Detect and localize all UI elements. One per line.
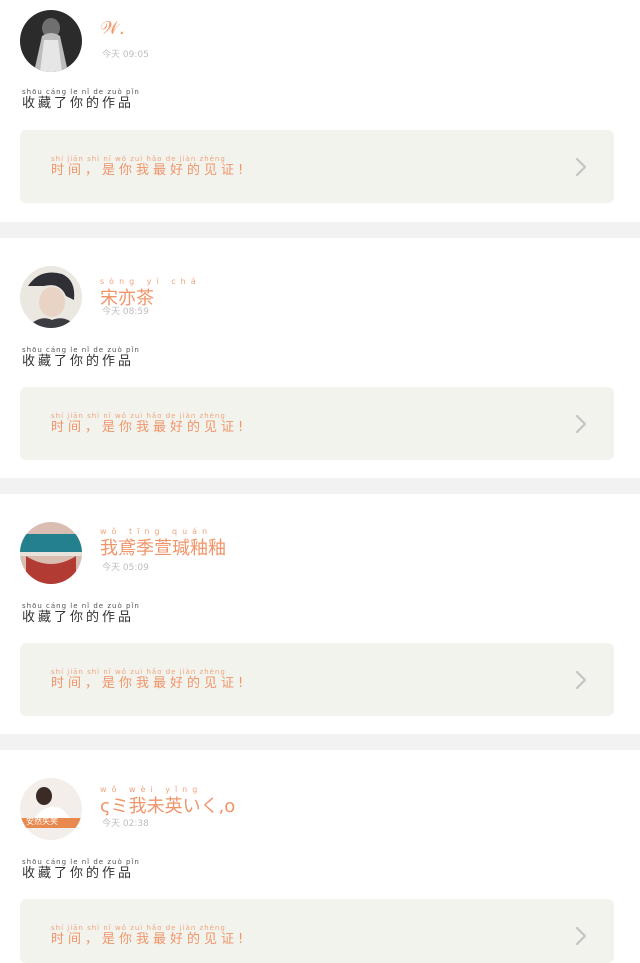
quote-hanzi: 时间，是你我最好的见证!: [51, 932, 248, 947]
quote-pinyin: shí jiān shì nǐ wǒ zuì hǎo de jiàn zhèng: [51, 668, 226, 676]
username-ruby: sòng yì chá: [100, 277, 201, 286]
time-value: 08:59: [122, 307, 149, 317]
time-value: 09:05: [122, 50, 149, 60]
work-link[interactable]: shí jiān shì nǐ wǒ zuì hǎo de jiàn zhèng…: [20, 387, 614, 460]
username-text: 𝒲.: [100, 18, 125, 39]
work-link[interactable]: shí jiān shì nǐ wǒ zuì hǎo de jiàn zhèng…: [20, 899, 614, 963]
action-text: shōu cáng le nǐ de zuò pǐn 收藏了你的作品: [22, 858, 140, 881]
time-label: 今天: [102, 819, 121, 829]
divider: [0, 734, 640, 750]
timestamp: 今天 05:09: [102, 560, 149, 573]
quote-pinyin: shí jiān shì nǐ wǒ zuì hǎo de jiàn zhèng: [51, 412, 226, 420]
avatar[interactable]: [20, 10, 82, 72]
action-hanzi: 收藏了你的作品: [22, 96, 135, 111]
username[interactable]: 𝒲.: [100, 18, 125, 39]
quote-hanzi: 时间，是你我最好的见证!: [51, 420, 248, 435]
timestamp: 今天 08:59: [102, 304, 149, 317]
action-hanzi: 收藏了你的作品: [22, 354, 135, 369]
time-label: 今天: [102, 563, 121, 573]
username[interactable]: wǒ tīng quán 我鳶季萱瑊釉釉: [100, 527, 226, 560]
feed-item: wǒ tīng quán 我鳶季萱瑊釉釉 今天 05:09 shōu cáng …: [0, 494, 640, 716]
time-label: 今天: [102, 307, 121, 317]
work-link[interactable]: shí jiān shì nǐ wǒ zuì hǎo de jiàn zhèng…: [20, 130, 614, 203]
username-ruby: wǒ tīng quán: [100, 527, 213, 536]
divider: [0, 222, 640, 238]
username-ruby: wǒ wèi yīng: [100, 785, 203, 794]
quote-pinyin: shí jiān shì nǐ wǒ zuì hǎo de jiàn zhèng: [51, 924, 226, 932]
work-link[interactable]: shí jiān shì nǐ wǒ zuì hǎo de jiàn zhèng…: [20, 643, 614, 716]
time-value: 02:38: [122, 819, 149, 829]
quote-pinyin: shí jiān shì nǐ wǒ zuì hǎo de jiàn zhèng: [51, 155, 226, 163]
username-text: 我鳶季萱瑊釉釉: [100, 538, 226, 559]
timestamp: 今天 09:05: [102, 47, 149, 60]
activity-feed: 𝒲. 今天 09:05 shōu cáng le nǐ de zuò pǐn 收…: [0, 0, 640, 963]
action-text: shōu cáng le nǐ de zuò pǐn 收藏了你的作品: [22, 88, 140, 111]
time-label: 今天: [102, 50, 121, 60]
action-hanzi: 收藏了你的作品: [22, 866, 135, 881]
chevron-right-icon: [575, 670, 587, 690]
chevron-right-icon: [575, 157, 587, 177]
action-text: shōu cáng le nǐ de zuò pǐn 收藏了你的作品: [22, 602, 140, 625]
work-title: shí jiān shì nǐ wǒ zuì hǎo de jiàn zhèng…: [51, 155, 247, 178]
action-pinyin: shōu cáng le nǐ de zuò pǐn: [22, 858, 140, 866]
feed-item: 𝒲. 今天 09:05 shōu cáng le nǐ de zuò pǐn 收…: [0, 0, 640, 222]
avatar[interactable]: [20, 522, 82, 584]
action-pinyin: shōu cáng le nǐ de zuò pǐn: [22, 602, 140, 610]
chevron-right-icon: [575, 414, 587, 434]
work-title: shí jiān shì nǐ wǒ zuì hǎo de jiàn zhèng…: [51, 924, 247, 947]
feed-item: 安然失笑 wǒ wèi yīng ςミ我未英いく,o 今天 02:38 shōu…: [0, 750, 640, 963]
action-pinyin: shōu cáng le nǐ de zuò pǐn: [22, 346, 140, 354]
action-text: shōu cáng le nǐ de zuò pǐn 收藏了你的作品: [22, 346, 140, 369]
avatar[interactable]: [20, 266, 82, 328]
time-value: 05:09: [122, 563, 149, 573]
username[interactable]: wǒ wèi yīng ςミ我未英いく,o: [100, 785, 236, 818]
quote-hanzi: 时间，是你我最好的见证!: [51, 163, 248, 178]
username-text: ςミ我未英いく,o: [100, 796, 236, 817]
action-hanzi: 收藏了你的作品: [22, 610, 135, 625]
avatar[interactable]: [20, 778, 82, 840]
work-title: shí jiān shì nǐ wǒ zuì hǎo de jiàn zhèng…: [51, 412, 247, 435]
timestamp: 今天 02:38: [102, 816, 149, 829]
avatar-caption: 安然失笑: [26, 817, 58, 826]
quote-hanzi: 时间，是你我最好的见证!: [51, 676, 248, 691]
feed-item: sòng yì chá 宋亦茶 今天 08:59 shōu cáng le nǐ…: [0, 238, 640, 460]
chevron-right-icon: [575, 926, 587, 946]
divider: [0, 478, 640, 494]
action-pinyin: shōu cáng le nǐ de zuò pǐn: [22, 88, 140, 96]
work-title: shí jiān shì nǐ wǒ zuì hǎo de jiàn zhèng…: [51, 668, 247, 691]
